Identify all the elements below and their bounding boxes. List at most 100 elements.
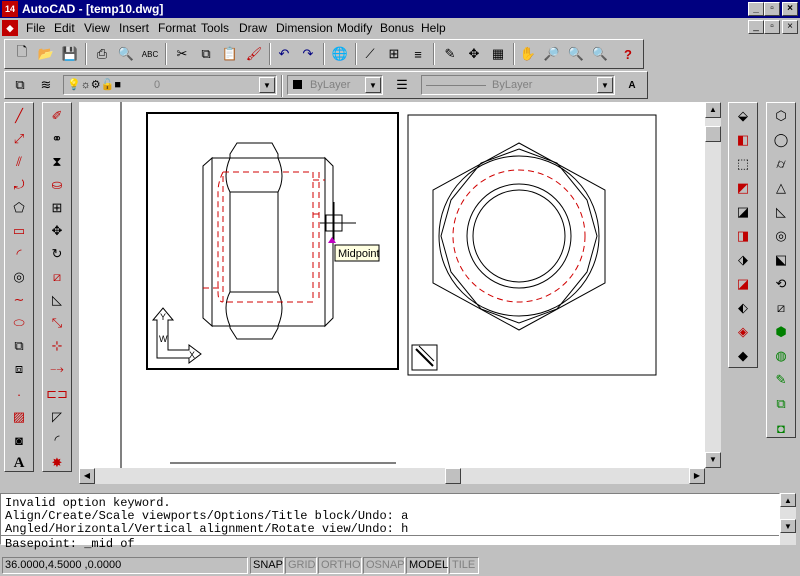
command-scroll-up-button[interactable]: ▲ bbox=[780, 493, 796, 507]
restore-button[interactable]: ▫ bbox=[764, 2, 780, 16]
command-window[interactable]: Invalid option keyword. Align/Create/Sca… bbox=[0, 493, 780, 551]
setup-drawing-icon[interactable]: ✎ bbox=[770, 369, 792, 391]
menu-view[interactable]: View bbox=[84, 21, 110, 35]
cylinder-icon[interactable]: ⌭ bbox=[770, 153, 792, 175]
horizontal-scroll-thumb[interactable] bbox=[445, 468, 461, 484]
erase-icon[interactable]: ✐ bbox=[46, 105, 68, 127]
arc-icon[interactable]: ◜ bbox=[8, 243, 30, 265]
offset-icon[interactable]: ⛀ bbox=[46, 174, 68, 196]
zoom-previous-icon[interactable]: 🔍 bbox=[589, 43, 611, 65]
redraw-icon[interactable]: ✎ bbox=[439, 43, 461, 65]
chamfer-icon[interactable]: ◸ bbox=[46, 406, 68, 428]
polygon-icon[interactable]: ⬠ bbox=[8, 197, 30, 219]
wedge-surface-icon[interactable]: ◩ bbox=[732, 177, 754, 199]
scroll-left-button[interactable]: ◀ bbox=[79, 468, 95, 484]
ellipse-icon[interactable]: ⬭ bbox=[8, 312, 30, 334]
linetype-dropdown[interactable]: ByLayer ▼ bbox=[421, 75, 615, 95]
cut-icon[interactable]: ✂ bbox=[171, 43, 193, 65]
model-toggle[interactable]: MODEL bbox=[406, 557, 448, 574]
help-icon[interactable]: ? bbox=[617, 43, 639, 65]
minimize-button[interactable]: _ bbox=[748, 2, 764, 16]
sphere-surface-icon[interactable]: ⬗ bbox=[732, 249, 754, 271]
undo-icon[interactable]: ↶ bbox=[273, 43, 295, 65]
paste-icon[interactable]: 📋 bbox=[219, 43, 241, 65]
dish-icon[interactable]: ⬖ bbox=[732, 297, 754, 319]
osnap-toggle[interactable]: OSNAP bbox=[363, 557, 405, 574]
fillet-icon[interactable]: ◜ bbox=[46, 429, 68, 451]
2d-solid-icon[interactable]: ⬙ bbox=[732, 105, 754, 127]
inquiry-icon[interactable]: ≡ bbox=[407, 43, 429, 65]
drawing-canvas[interactable]: Midpoint W Y X bbox=[79, 102, 705, 468]
lengthen-icon[interactable]: ⤡ bbox=[46, 312, 68, 334]
circle-icon[interactable]: ◎ bbox=[8, 266, 30, 288]
launch-browser-icon[interactable]: 🌐 bbox=[329, 43, 351, 65]
extrude-icon[interactable]: ⬕ bbox=[770, 249, 792, 271]
menu-tools[interactable]: Tools bbox=[201, 21, 229, 35]
zoom-realtime-icon[interactable]: 🔎 bbox=[541, 43, 563, 65]
move-icon[interactable]: ✥ bbox=[46, 220, 68, 242]
text-icon[interactable]: A bbox=[8, 452, 30, 474]
torus-surface-icon[interactable]: ◈ bbox=[732, 321, 754, 343]
spelling-icon[interactable]: ABC bbox=[139, 43, 161, 65]
sphere-icon[interactable]: ◯ bbox=[770, 129, 792, 151]
explode-icon[interactable]: ✸ bbox=[46, 452, 68, 474]
rotate-icon[interactable]: ↻ bbox=[46, 243, 68, 265]
section-icon[interactable]: ⬢ bbox=[770, 321, 792, 343]
extend-icon[interactable]: ⤍ bbox=[46, 358, 68, 380]
print-icon[interactable]: ⎙ bbox=[91, 43, 113, 65]
wedge-icon[interactable]: ◺ bbox=[770, 201, 792, 223]
properties-icon[interactable]: A bbox=[621, 74, 643, 96]
color-dropdown[interactable]: ByLayer ▼ bbox=[287, 75, 383, 95]
cone-surface-icon[interactable]: ◨ bbox=[732, 225, 754, 247]
slice-icon[interactable]: ⧄ bbox=[770, 297, 792, 319]
scroll-down-button[interactable]: ▼ bbox=[705, 452, 721, 468]
horizontal-scrollbar[interactable]: ◀ ▶ bbox=[79, 468, 705, 484]
ortho-toggle[interactable]: ORTHO bbox=[318, 557, 362, 574]
drawing-svg[interactable]: Midpoint W Y X bbox=[79, 102, 705, 468]
insert-block-icon[interactable]: ⧉ bbox=[8, 335, 30, 357]
make-block-icon[interactable]: ⧈ bbox=[8, 358, 30, 380]
mirror-icon[interactable]: ⧗ bbox=[46, 151, 68, 173]
layers-icon[interactable]: ≋ bbox=[35, 74, 57, 96]
close-button[interactable]: × bbox=[782, 2, 798, 16]
zoom-window-icon[interactable]: 🔍 bbox=[565, 43, 587, 65]
point-icon[interactable]: · bbox=[8, 383, 30, 405]
trim-icon[interactable]: ⊹ bbox=[46, 335, 68, 357]
doc-minimize-button[interactable]: _ bbox=[748, 20, 764, 34]
vertical-scrollbar[interactable]: ▲ ▼ bbox=[705, 102, 721, 468]
vertical-scroll-thumb[interactable] bbox=[705, 126, 721, 142]
menu-help[interactable]: Help bbox=[421, 21, 446, 35]
print-preview-icon[interactable]: 🔍 bbox=[115, 43, 137, 65]
menu-modify[interactable]: Modify bbox=[337, 21, 372, 35]
construction-line-icon[interactable]: ⤢ bbox=[8, 128, 30, 150]
edge-surface-icon[interactable]: ◆ bbox=[732, 345, 754, 367]
menu-format[interactable]: Format bbox=[158, 21, 196, 35]
pyramid-icon[interactable]: ◪ bbox=[732, 201, 754, 223]
menu-dimension[interactable]: Dimension bbox=[276, 21, 333, 35]
coordinate-display[interactable]: 36.0000,4.5000 ,0.0000 bbox=[2, 557, 248, 574]
autocad-app-icon[interactable]: 14 bbox=[2, 1, 18, 17]
make-layer-current-icon[interactable]: ⧉ bbox=[9, 74, 31, 96]
copy-object-icon[interactable]: ⚭ bbox=[46, 128, 68, 150]
box-icon[interactable]: ⬡ bbox=[770, 105, 792, 127]
torus-icon[interactable]: ◎ bbox=[770, 225, 792, 247]
multiline-icon[interactable]: ⫽ bbox=[8, 151, 30, 173]
redo-icon[interactable]: ↷ bbox=[297, 43, 319, 65]
setup-profile-icon[interactable]: ◘ bbox=[770, 417, 792, 439]
doc-restore-button[interactable]: ▫ bbox=[764, 20, 780, 34]
tile-toggle[interactable]: TILE bbox=[449, 557, 479, 574]
array-icon[interactable]: ⊞ bbox=[46, 197, 68, 219]
polyline-icon[interactable]: ⤾ bbox=[8, 174, 30, 196]
object-snap-icon[interactable]: ⟋ bbox=[359, 43, 381, 65]
hatch-icon[interactable]: ▨ bbox=[8, 406, 30, 428]
scroll-right-button[interactable]: ▶ bbox=[689, 468, 705, 484]
menu-insert[interactable]: Insert bbox=[119, 21, 149, 35]
scroll-up-button[interactable]: ▲ bbox=[705, 102, 721, 118]
region-icon[interactable]: ◙ bbox=[8, 429, 30, 451]
menu-draw[interactable]: Draw bbox=[239, 21, 267, 35]
named-views-icon[interactable]: ▦ bbox=[487, 43, 509, 65]
command-prompt[interactable]: Basepoint: _mid of bbox=[5, 537, 135, 551]
snap-toggle[interactable]: SNAP bbox=[250, 557, 284, 574]
spline-icon[interactable]: ∼ bbox=[8, 289, 30, 311]
viewport-front[interactable] bbox=[146, 112, 399, 370]
